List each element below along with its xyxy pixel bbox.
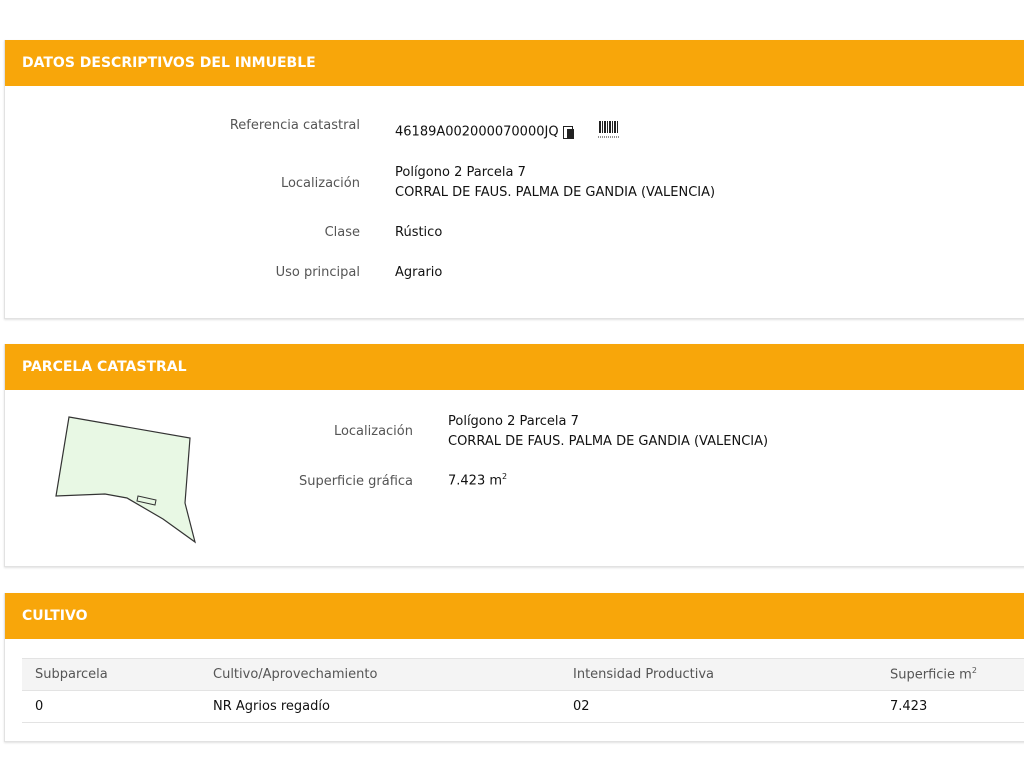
cultivo-panel: CULTIVO Subparcela Cultivo/Aprovechamien… (4, 593, 1024, 742)
parcel-map[interactable] (51, 412, 231, 562)
superficie-exp: 2 (502, 472, 508, 481)
uso-value: Agrario (395, 265, 443, 280)
cell-superficie: 7.423 (890, 690, 1024, 723)
datos-header: DATOS DESCRIPTIVOS DEL INMUEBLE (5, 40, 1024, 86)
localizacion-line2: CORRAL DE FAUS. PALMA DE GANDIA (VALENCI… (395, 185, 716, 200)
parcel-shape (55, 416, 196, 544)
copy-icon[interactable] (562, 125, 575, 139)
parcela-localizacion-line1: Polígono 2 Parcela 7 (448, 414, 579, 429)
parcela-localizacion-line2: CORRAL DE FAUS. PALMA DE GANDIA (VALENCI… (448, 434, 769, 449)
localizacion-value: Polígono 2 Parcela 7 CORRAL DE FAUS. PAL… (395, 163, 715, 203)
localizacion-line1: Polígono 2 Parcela 7 (395, 165, 526, 180)
clase-value: Rústico (395, 225, 443, 240)
cell-intensidad: 02 (573, 690, 890, 723)
cell-subparcela: 0 (22, 690, 213, 723)
col-subparcela: Subparcela (22, 658, 213, 691)
referencia-value: 46189A002000070000JQ (395, 124, 559, 140)
table-row: 0 NR Agrios regadío 02 7.423 (22, 690, 1024, 723)
col-intensidad: Intensidad Productiva (573, 658, 890, 691)
datos-panel: DATOS DESCRIPTIVOS DEL INMUEBLE Referenc… (4, 40, 1024, 319)
clase-label: Clase (324, 225, 360, 240)
col-cultivo: Cultivo/Aprovechamiento (213, 658, 573, 691)
parcela-panel: PARCELA CATASTRAL Localización Polígono … (4, 344, 1024, 567)
localizacion-label: Localización (280, 176, 360, 191)
superficie-label: Superficie gráfica (298, 474, 413, 489)
superficie-value: 7.423 m2 (448, 472, 507, 488)
referencia-label: Referencia catastral (229, 118, 360, 133)
barcode-icon[interactable] (597, 120, 621, 144)
uso-label: Uso principal (275, 265, 360, 280)
cell-cultivo: NR Agrios regadío (213, 690, 573, 723)
cultivo-table: Subparcela Cultivo/Aprovechamiento Inten… (22, 658, 1024, 723)
referencia-value-wrap: 46189A002000070000JQ (395, 120, 621, 144)
parcela-header: PARCELA CATASTRAL (5, 344, 1024, 390)
parcela-localizacion-value: Polígono 2 Parcela 7 CORRAL DE FAUS. PAL… (448, 412, 768, 452)
col-superficie: Superficie m2 (890, 658, 1024, 691)
superficie-number: 7.423 m (448, 473, 503, 489)
cultivo-header: CULTIVO (5, 593, 1024, 639)
parcela-localizacion-label: Localización (333, 424, 413, 439)
table-header-row: Subparcela Cultivo/Aprovechamiento Inten… (22, 658, 1024, 691)
